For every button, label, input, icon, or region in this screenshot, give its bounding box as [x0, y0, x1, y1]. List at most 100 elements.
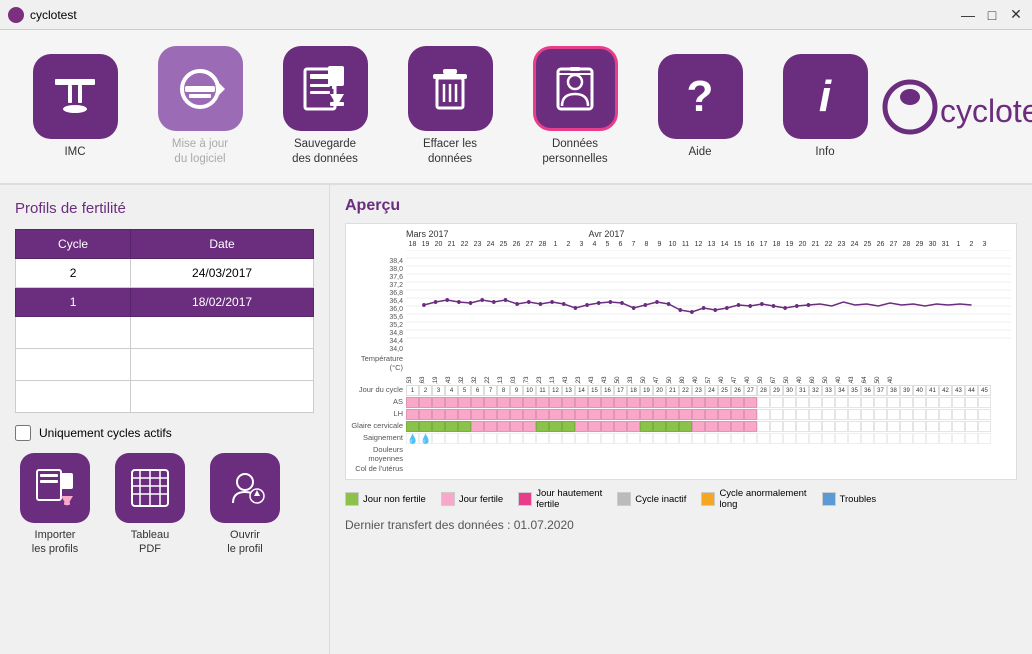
temp-value-cell: 36,50 [666, 354, 679, 384]
temp-value-cell: 36,50 [783, 354, 796, 384]
temp-value-cell: 36,50 [757, 354, 770, 384]
jour-cycle-cell: 16 [601, 385, 614, 396]
transfer-text: Dernier transfert des données : 01.07.20… [345, 518, 1017, 532]
saignement-cell [770, 433, 783, 444]
open-btn[interactable]: Ouvrirle profil [205, 453, 285, 557]
title-bar: cyclotest — □ ✕ [0, 0, 1032, 30]
maximize-button[interactable]: □ [984, 7, 1000, 23]
toolbar-item-personal[interactable]: Donnéespersonnelles [520, 46, 630, 167]
close-button[interactable]: ✕ [1008, 7, 1024, 23]
chart-cell [796, 409, 809, 420]
chart-legend: Jour non fertile Jour fertile Jour haute… [345, 488, 1017, 510]
chart-cell [458, 397, 471, 408]
date-number: 5 [601, 241, 614, 248]
chart-cell [679, 397, 692, 408]
profile-row[interactable]: 118/02/2017 [16, 288, 314, 317]
toolbar-item-imc[interactable]: IMC [20, 54, 130, 160]
legend-long: Cycle anormalementlong [701, 488, 806, 510]
chart-cell [874, 397, 887, 408]
jour-cycle-cell: 45 [978, 385, 991, 396]
jour-cycle-row: Jour du cycle 12345678910111213141516171… [351, 385, 1011, 396]
temp-value-cell: 36,32 [458, 354, 471, 384]
temp-label: Température (°C) [351, 354, 406, 384]
y-label: 38,4 [351, 258, 406, 266]
profile-row[interactable] [16, 317, 314, 349]
toolbar-item-update[interactable]: Mise à jourdu logiciel [145, 46, 255, 167]
svg-text:?: ? [687, 72, 714, 121]
chart-cell [588, 421, 601, 432]
jour-cycle-cell: 21 [666, 385, 679, 396]
date-number: 28 [900, 241, 913, 248]
temp-value-cell: 36,43 [562, 354, 575, 384]
chart-cell [614, 409, 627, 420]
logo-svg: cyclotest ® [880, 72, 1032, 142]
chart-cell [406, 397, 419, 408]
cycle-cell [16, 317, 131, 349]
temp-values-row: Température (°C) 36,5336,6336,1936,4336,… [351, 354, 1011, 384]
chart-cell [471, 421, 484, 432]
temp-value-cell: 36,53 [406, 354, 419, 384]
date-cell [131, 349, 314, 381]
chart-cell [458, 421, 471, 432]
chart-cell [614, 397, 627, 408]
import-btn[interactable]: Importerles profils [15, 453, 95, 557]
chart-cell [510, 397, 523, 408]
jour-cycle-cell: 42 [939, 385, 952, 396]
bottom-buttons: Importerles profils TableauPDF [15, 453, 314, 557]
delete-label: Effacer lesdonnées [423, 137, 477, 167]
chart-cell [627, 409, 640, 420]
backup-icon [300, 64, 350, 114]
help-icon-box: ? [658, 54, 743, 139]
date-number: 19 [419, 241, 432, 248]
date-number: 27 [887, 241, 900, 248]
jour-cycle-label: Jour du cycle [351, 385, 406, 396]
profile-row[interactable] [16, 381, 314, 413]
jour-cycle-cell: 33 [822, 385, 835, 396]
toolbar-item-help[interactable]: ? Aide [645, 54, 755, 160]
minimize-button[interactable]: — [960, 7, 976, 23]
date-number: 18 [770, 241, 783, 248]
temp-value-cell: 36,40 [796, 354, 809, 384]
jour-cycle-cell: 22 [679, 385, 692, 396]
chart-cell [614, 421, 627, 432]
tableau-btn[interactable]: TableauPDF [110, 453, 190, 557]
jour-cycle-cell: 25 [718, 385, 731, 396]
temp-value-cell: 36,23 [536, 354, 549, 384]
toolbar-item-backup[interactable]: Sauvegardedes données [270, 46, 380, 167]
y-label: 34,8 [351, 330, 406, 338]
jour-cycle-cell: 10 [523, 385, 536, 396]
personal-label: Donnéespersonnelles [542, 137, 607, 167]
chart-cell [653, 409, 666, 420]
chart-cell [575, 397, 588, 408]
profile-row[interactable]: 224/03/2017 [16, 259, 314, 288]
chart-cell [757, 421, 770, 432]
saignement-cell [588, 433, 601, 444]
toolbar-item-delete[interactable]: Effacer lesdonnées [395, 46, 505, 167]
backup-label: Sauvegardedes données [292, 137, 358, 167]
saignement-cell [471, 433, 484, 444]
chart-cell [679, 409, 692, 420]
saignement-cell [484, 433, 497, 444]
saignement-cell [861, 433, 874, 444]
profile-row[interactable] [16, 349, 314, 381]
temp-value-cell: 36,22 [484, 354, 497, 384]
saignement-cell [939, 433, 952, 444]
y-label: 35,6 [351, 314, 406, 322]
date-number: 17 [757, 241, 770, 248]
legend-troubles: Troubles [822, 488, 877, 510]
date-number: 20 [796, 241, 809, 248]
col-label: Col de l'utérus [351, 464, 406, 473]
active-cycles-checkbox[interactable] [15, 425, 31, 441]
date-number: 2 [965, 241, 978, 248]
toolbar-item-info[interactable]: i Info [770, 54, 880, 160]
saignement-cell [757, 433, 770, 444]
chart-cell [484, 421, 497, 432]
jour-cycle-cell: 35 [848, 385, 861, 396]
chart-cell [757, 409, 770, 420]
chart-cell [536, 409, 549, 420]
chart-cell [861, 397, 874, 408]
temp-value-cell: 36,23 [575, 354, 588, 384]
chart-cell [471, 397, 484, 408]
jour-cycle-cell: 41 [926, 385, 939, 396]
saignement-row: Saignement 💧💧 [351, 433, 1011, 444]
